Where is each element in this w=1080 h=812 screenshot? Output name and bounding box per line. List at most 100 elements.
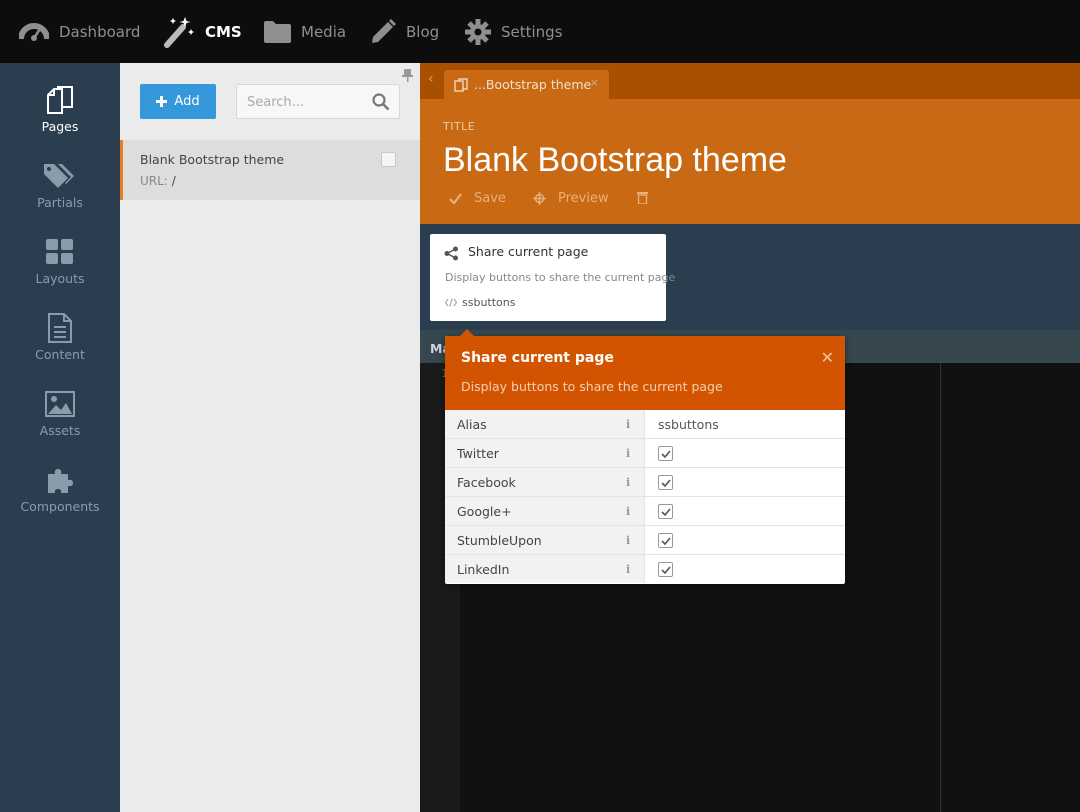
image-icon (45, 391, 75, 417)
nav-item-cms[interactable]: CMS (163, 0, 242, 63)
document-icon (48, 313, 72, 343)
sidebar-item-pages[interactable]: Pages (0, 63, 120, 139)
top-navigation: Dashboard CMS Media Blog Settings (0, 0, 1080, 63)
pin-icon[interactable] (402, 69, 413, 82)
linkedin-checkbox[interactable] (658, 562, 673, 577)
sidebar-item-layouts[interactable]: Layouts (0, 215, 120, 291)
nav-item-media[interactable]: Media (264, 0, 346, 63)
stumbleupon-checkbox[interactable] (658, 533, 673, 548)
folder-icon (264, 20, 291, 43)
component-description: Display buttons to share the current pag… (445, 271, 676, 284)
component-card[interactable]: Share current page Display buttons to sh… (430, 234, 675, 321)
save-button[interactable]: Save (449, 191, 506, 206)
nav-item-dashboard[interactable]: Dashboard (19, 0, 140, 63)
tab-label: ...Bootstrap theme (474, 77, 592, 92)
property-name: Google+ (445, 497, 645, 525)
trash-icon (637, 192, 648, 204)
alias-input[interactable] (646, 410, 845, 438)
component-title: Share current page (468, 244, 589, 259)
puzzle-icon (48, 469, 73, 493)
sidebar-item-components[interactable]: Components (0, 443, 120, 519)
property-value (646, 439, 845, 467)
page-title: Blank Bootstrap theme (140, 152, 285, 167)
sidebar-label: Components (20, 499, 100, 514)
property-value (646, 410, 845, 438)
info-icon[interactable]: i (626, 476, 630, 489)
preview-button[interactable]: Preview (533, 191, 609, 206)
nav-item-settings[interactable]: Settings (465, 0, 563, 63)
url-label: URL: (140, 174, 168, 188)
nav-label: Media (301, 22, 347, 41)
property-name: Facebook (445, 468, 645, 496)
facebook-checkbox[interactable] (658, 475, 673, 490)
search-icon[interactable] (372, 93, 390, 111)
info-icon[interactable]: i (626, 418, 630, 431)
delete-button[interactable] (637, 191, 648, 204)
plus-icon (156, 96, 168, 107)
sidebar-label: Partials (37, 195, 83, 210)
info-icon[interactable]: i (626, 447, 630, 460)
twitter-checkbox[interactable] (658, 446, 673, 461)
property-row-linkedin: LinkedIn i (445, 555, 845, 584)
info-icon[interactable]: i (626, 534, 630, 547)
inspector-popover: Share current page Display buttons to sh… (445, 329, 845, 584)
googleplus-checkbox[interactable] (658, 504, 673, 519)
url-value: / (171, 174, 176, 188)
info-icon[interactable]: i (626, 563, 630, 576)
popover-title: Share current page (461, 350, 614, 366)
check-icon (660, 565, 671, 574)
sidebar-label: Content (35, 347, 85, 362)
title-label: TITLE (443, 120, 476, 133)
share-icon (444, 246, 458, 261)
check-icon (449, 193, 462, 204)
nav-label: Dashboard (59, 22, 141, 41)
property-value (646, 497, 845, 525)
nav-item-blog[interactable]: Blog (370, 0, 439, 63)
sidebar-label: Pages (41, 119, 79, 134)
save-label: Save (474, 191, 506, 206)
page-url: URL: / (140, 174, 176, 188)
add-page-button[interactable]: Add (140, 84, 216, 119)
sidebar-item-content[interactable]: Content (0, 291, 120, 367)
list-item[interactable]: Blank Bootstrap theme URL: / (120, 140, 420, 200)
property-name: StumbleUpon (445, 526, 645, 554)
page-title[interactable]: Blank Bootstrap theme (443, 141, 787, 180)
property-row-twitter: Twitter i (445, 439, 845, 468)
grid-icon (46, 239, 73, 264)
code-icon (445, 298, 457, 307)
property-row-stumbleupon: StumbleUpon i (445, 526, 845, 555)
search-input[interactable] (247, 93, 367, 111)
popover-header: Share current page Display buttons to sh… (445, 336, 845, 410)
pages-icon (454, 77, 468, 92)
check-icon (660, 536, 671, 545)
pages-icon (47, 86, 73, 114)
dashboard-icon (19, 22, 49, 41)
scroll-left-icon[interactable]: ‹ (428, 71, 434, 87)
tab-page[interactable]: ...Bootstrap theme × (444, 70, 609, 99)
check-icon (660, 449, 671, 458)
check-icon (660, 507, 671, 516)
property-row-alias: Alias i (445, 410, 845, 439)
popover-arrow (460, 329, 474, 336)
property-row-googleplus: Google+ i (445, 497, 845, 526)
check-icon (660, 478, 671, 487)
close-icon[interactable]: ✕ (821, 348, 834, 367)
nav-label: Settings (501, 22, 563, 41)
page-checkbox[interactable] (381, 152, 396, 167)
preview-label: Preview (558, 191, 609, 206)
sidebar-item-partials[interactable]: Partials (0, 139, 120, 215)
alias-text: ssbuttons (462, 296, 516, 309)
property-value (646, 468, 845, 496)
sidebar-item-assets[interactable]: Assets (0, 367, 120, 443)
tab-bar: ‹ ...Bootstrap theme × (420, 63, 1080, 99)
property-row-facebook: Facebook i (445, 468, 845, 497)
nav-label: Blog (406, 22, 440, 41)
property-name: LinkedIn (445, 555, 645, 583)
sidebar-label: Layouts (35, 271, 85, 286)
nav-label: CMS (205, 22, 242, 41)
property-value (646, 555, 845, 583)
gear-icon (465, 18, 491, 45)
add-label: Add (174, 94, 200, 109)
info-icon[interactable]: i (626, 505, 630, 518)
close-tab-icon[interactable]: × (590, 76, 599, 89)
